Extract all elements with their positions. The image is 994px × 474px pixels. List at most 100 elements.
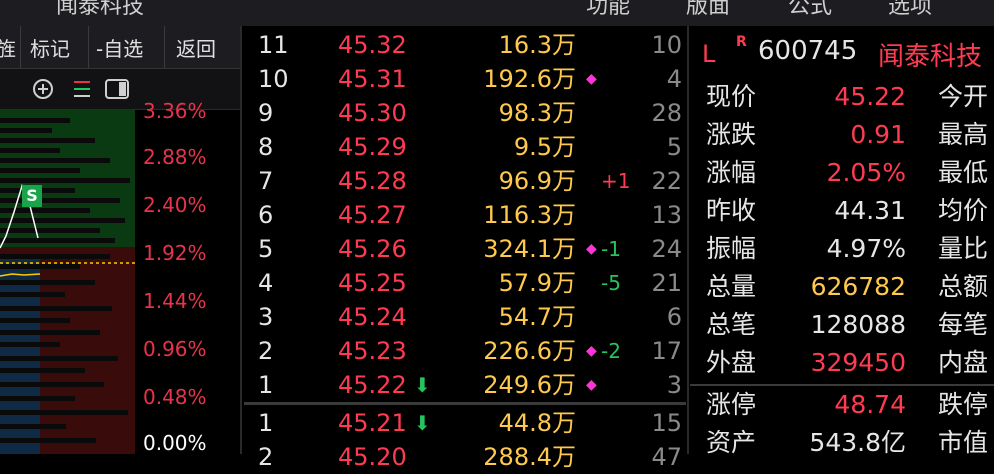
quote-row: 现价 45.22 今开 xyxy=(690,78,994,116)
volume-cell: 57.9万 xyxy=(498,269,576,297)
quote-row: 总量 626782 总额 xyxy=(690,268,994,306)
percent-tick: 0.00% xyxy=(143,431,207,455)
bid-row[interactable]: 2 45.20 288.4万 47 xyxy=(244,440,686,474)
chart-toolbar: 旌 标记 -自选 返回 xyxy=(0,26,240,69)
ask-row[interactable]: 1 45.22 249.6万 3 ◆ ⬇ xyxy=(244,368,686,402)
quote-row: 涨停 48.74 跌停 xyxy=(690,386,994,424)
ask-row[interactable]: 5 45.26 324.1万 24 -1 ◆ xyxy=(244,232,686,266)
volume-cell: 324.1万 xyxy=(483,235,576,263)
panel-divider xyxy=(240,26,242,454)
price-cell: 45.27 xyxy=(338,201,407,229)
price-cell: 45.26 xyxy=(338,235,407,263)
price-cell: 45.25 xyxy=(338,269,407,297)
ask-row[interactable]: 10 45.31 192.6万 4 ◆ xyxy=(244,62,686,96)
ask-row[interactable]: 7 45.28 96.9万 22 +1 xyxy=(244,164,686,198)
quote-label: 总量 xyxy=(706,272,757,301)
order-count-cell: 4 xyxy=(666,65,682,93)
volume-cell: 116.3万 xyxy=(483,201,576,229)
volume-cell: 44.8万 xyxy=(498,409,576,437)
order-count-cell: 24 xyxy=(651,235,682,263)
ask-row[interactable]: 8 45.29 9.5万 5 xyxy=(244,130,686,164)
level-number: 7 xyxy=(258,167,274,195)
price-cell: 45.28 xyxy=(338,167,407,195)
ask-row[interactable]: 2 45.23 226.6万 17 -2 ◆ xyxy=(244,334,686,368)
price-cell: 45.21 xyxy=(338,409,407,437)
level-number: 11 xyxy=(258,31,289,59)
volume-change-cell: -5 xyxy=(601,271,621,295)
back-button[interactable]: 返回 xyxy=(176,33,216,62)
quote-label: 外盘 xyxy=(706,348,757,377)
quote-label: 昨收 xyxy=(706,196,757,225)
menu-layout[interactable]: 版面 xyxy=(686,0,730,20)
quote-label: 涨幅 xyxy=(706,158,757,187)
quote-label-secondary: 跌停 xyxy=(938,390,989,419)
large-order-marker-icon: ◆ xyxy=(586,377,597,393)
depth-bars xyxy=(0,118,135,443)
list-icon[interactable] xyxy=(72,78,92,100)
level-number: 1 xyxy=(258,409,274,437)
quote-value: 543.8亿 xyxy=(809,428,906,457)
ask-row[interactable]: 9 45.30 98.3万 28 xyxy=(244,96,686,130)
order-count-cell: 15 xyxy=(651,409,682,437)
level-number: 8 xyxy=(258,133,274,161)
order-count-cell: 3 xyxy=(666,371,682,399)
quote-label: 现价 xyxy=(706,82,757,111)
quote-value: 329450 xyxy=(810,348,906,377)
panel-toggle-icon[interactable] xyxy=(104,78,130,100)
order-count-cell: 28 xyxy=(651,99,682,127)
price-cell: 45.31 xyxy=(338,65,407,93)
toolbar-separator xyxy=(164,26,165,68)
menu-formula[interactable]: 公式 xyxy=(788,0,832,20)
volume-change-cell: -1 xyxy=(601,237,621,261)
order-book-divider xyxy=(244,402,686,405)
percent-tick: 0.96% xyxy=(143,337,207,361)
remove-watchlist-button[interactable]: -自选 xyxy=(96,33,143,62)
quote-row: 资产 543.8亿 市值 xyxy=(690,424,994,462)
order-count-cell: 17 xyxy=(651,337,682,365)
level-number: 5 xyxy=(258,235,274,263)
title-bar: 闻泰科技 功能 版面 公式 选项 xyxy=(0,0,994,26)
quote-row: 总笔 128088 每笔 xyxy=(690,306,994,344)
order-count-cell: 13 xyxy=(651,201,682,229)
quote-header: L R 600745 闻泰科技 xyxy=(690,26,994,78)
quote-row: 昨收 44.31 均价 xyxy=(690,192,994,230)
add-indicator-icon[interactable] xyxy=(30,78,56,100)
quote-value: 4.97% xyxy=(826,234,906,263)
percent-tick: 3.36% xyxy=(143,99,207,123)
quote-label-secondary: 总额 xyxy=(938,272,989,301)
quote-value: 2.05% xyxy=(826,158,906,187)
level-number: 2 xyxy=(258,443,274,471)
quote-label-secondary: 最高 xyxy=(938,120,989,149)
ask-row[interactable]: 3 45.24 54.7万 6 xyxy=(244,300,686,334)
level2-badge: L xyxy=(702,40,716,68)
panel-divider xyxy=(687,26,689,454)
toolbar-separator xyxy=(20,26,21,68)
menu-options[interactable]: 选项 xyxy=(888,0,932,20)
level-number: 1 xyxy=(258,371,274,399)
order-count-cell: 5 xyxy=(666,133,682,161)
quote-row: 涨跌 0.91 最高 xyxy=(690,116,994,154)
volume-cell: 288.4万 xyxy=(483,443,576,471)
volume-cell: 192.6万 xyxy=(483,65,576,93)
menu-function[interactable]: 功能 xyxy=(586,0,630,20)
order-count-cell: 6 xyxy=(666,303,682,331)
quote-label-secondary: 市值 xyxy=(938,428,989,457)
large-order-marker-icon: ◆ xyxy=(586,241,597,257)
volume-cell: 226.6万 xyxy=(483,337,576,365)
volume-change-cell: +1 xyxy=(601,169,631,193)
price-cell: 45.29 xyxy=(338,133,407,161)
sell-signal-badge[interactable]: S xyxy=(22,185,42,207)
bid-row[interactable]: 1 45.21 44.8万 15 ⬇ xyxy=(244,406,686,440)
quote-label: 资产 xyxy=(706,428,757,457)
order-count-cell: 21 xyxy=(651,269,682,297)
ask-row[interactable]: 4 45.25 57.9万 21 -5 xyxy=(244,266,686,300)
ask-row[interactable]: 11 45.32 16.3万 10 xyxy=(244,28,686,62)
percent-tick: 2.88% xyxy=(143,145,207,169)
volume-cell: 16.3万 xyxy=(498,31,576,59)
percent-tick: 1.44% xyxy=(143,289,207,313)
toolbar-button-partial[interactable]: 旌 xyxy=(0,33,16,62)
stock-code: 600745 xyxy=(758,36,858,66)
large-order-marker-icon: ◆ xyxy=(586,343,597,359)
mark-button[interactable]: 标记 xyxy=(30,33,70,62)
ask-row[interactable]: 6 45.27 116.3万 13 xyxy=(244,198,686,232)
